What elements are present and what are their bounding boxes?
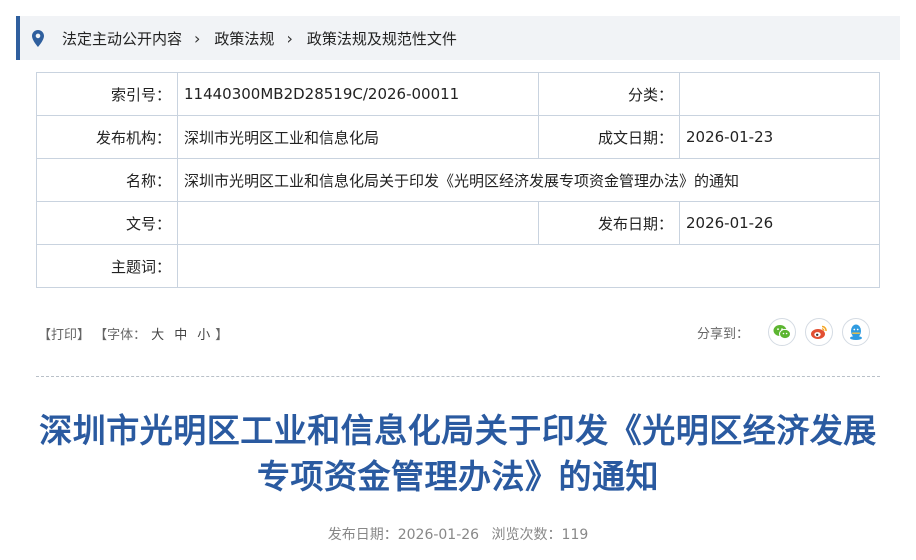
- category-value: [679, 72, 880, 116]
- created-date-label: 成文日期：: [538, 115, 680, 159]
- chevron-right-icon: ›: [194, 28, 201, 48]
- share-label: 分享到：: [696, 326, 749, 342]
- table-row: 发布机构： 深圳市光明区工业和信息化局 成文日期： 2026-01-23: [36, 115, 880, 159]
- topic-value: [177, 244, 880, 288]
- page-tools: 【打印】 【字体： 大中小】: [38, 324, 228, 343]
- article-title-line: 专项资金管理办法》的通知: [257, 457, 659, 496]
- category-label: 分类：: [538, 72, 680, 116]
- weibo-icon[interactable]: [805, 318, 833, 346]
- name-label: 名称：: [36, 158, 178, 202]
- dashed-divider: [36, 376, 880, 377]
- view-count: 浏览次数：119: [491, 527, 589, 543]
- issuer-value: 深圳市光明区工业和信息化局: [177, 115, 539, 159]
- publish-date: 发布日期：2026-01-26: [327, 527, 480, 543]
- issuer-label: 发布机构：: [36, 115, 178, 159]
- index-value: 11440300MB2D28519C/2026-00011: [177, 72, 539, 116]
- name-value: 深圳市光明区工业和信息化局关于印发《光明区经济发展专项资金管理办法》的通知: [177, 158, 880, 202]
- index-label: 索引号：: [36, 72, 178, 116]
- breadcrumb: 法定主动公开内容 › 政策法规 › 政策法规及规范性文件: [16, 16, 900, 60]
- document-info-table: 索引号： 11440300MB2D28519C/2026-00011 分类： 发…: [36, 72, 880, 288]
- font-size-medium-button[interactable]: 中: [174, 328, 187, 343]
- published-date-label: 发布日期：: [538, 201, 680, 245]
- wechat-icon[interactable]: [768, 318, 796, 346]
- created-date-value: 2026-01-23: [679, 115, 880, 159]
- font-size-small-button[interactable]: 小: [197, 328, 210, 343]
- article-title-line: 深圳市光明区工业和信息化局关于印发《光明区经济发展: [39, 411, 877, 450]
- share-bar: 分享到：: [697, 318, 870, 346]
- breadcrumb-item-public-content[interactable]: 法定主动公开内容: [62, 28, 182, 49]
- table-row: 主题词：: [36, 244, 880, 288]
- font-size-suffix: 】: [215, 328, 229, 343]
- table-row: 名称： 深圳市光明区工业和信息化局关于印发《光明区经济发展专项资金管理办法》的通…: [36, 158, 880, 202]
- document-number-value: [177, 201, 539, 245]
- breadcrumb-item-policies[interactable]: 政策法规: [214, 28, 274, 49]
- font-size-large-button[interactable]: 大: [151, 328, 164, 343]
- chevron-right-icon: ›: [286, 28, 293, 48]
- article-title: 深圳市光明区工业和信息化局关于印发《光明区经济发展 专项资金管理办法》的通知: [20, 408, 896, 500]
- table-row: 文号： 发布日期： 2026-01-26: [36, 201, 880, 245]
- qq-icon[interactable]: [842, 318, 870, 346]
- font-size-prefix: 【字体：: [94, 328, 147, 343]
- article-meta: 发布日期：2026-01-26 浏览次数：119: [0, 524, 916, 544]
- location-pin-icon: [32, 28, 46, 48]
- breadcrumb-item-policy-documents[interactable]: 政策法规及规范性文件: [307, 28, 457, 49]
- topic-label: 主题词：: [36, 244, 178, 288]
- table-row: 索引号： 11440300MB2D28519C/2026-00011 分类：: [36, 72, 880, 116]
- document-number-label: 文号：: [36, 201, 178, 245]
- published-date-value: 2026-01-26: [679, 201, 880, 245]
- print-button[interactable]: 【打印】: [38, 328, 90, 343]
